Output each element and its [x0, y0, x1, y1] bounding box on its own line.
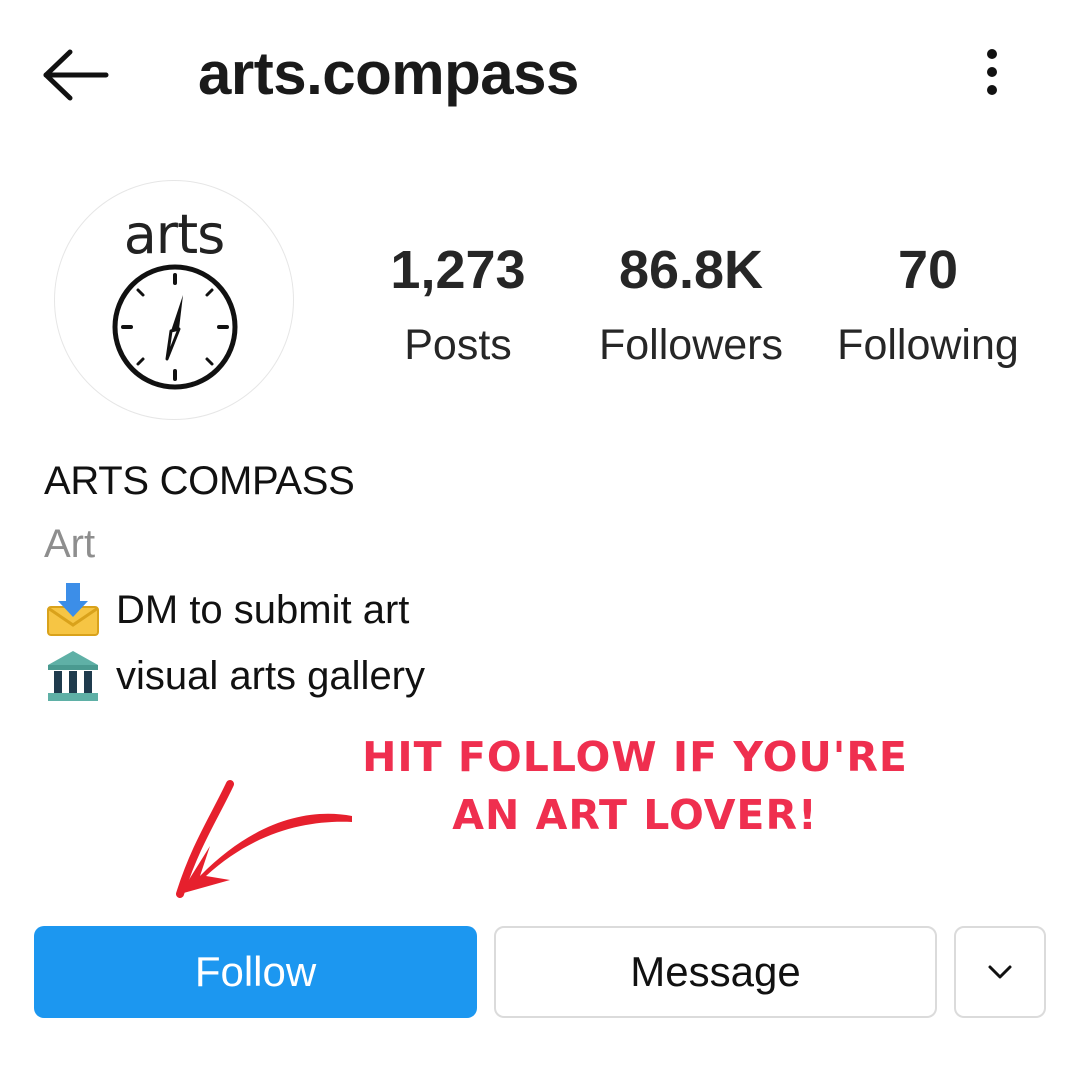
more-options-button[interactable] [972, 40, 1012, 104]
back-button[interactable] [38, 44, 114, 106]
classical-building-icon [48, 651, 98, 701]
following-label: Following [837, 321, 1019, 369]
posts-count: 1,273 [390, 240, 526, 300]
followers-label: Followers [599, 321, 783, 369]
suggested-accounts-button[interactable] [954, 926, 1046, 1018]
chevron-down-icon [988, 965, 1012, 979]
profile-username: arts.compass [198, 40, 579, 107]
category-label: Art [44, 522, 96, 566]
bio-text: DM to submit art [116, 588, 410, 632]
avatar-logo-text: arts [123, 203, 226, 266]
following-stat[interactable]: 70 Following [820, 238, 1036, 374]
promo-line-2: AN ART LOVER! [452, 791, 818, 839]
following-count: 70 [897, 240, 959, 300]
bio-line: DM to submit art [44, 580, 409, 640]
promo-callout: HIT FOLLOW IF YOU'RE AN ART LOVER! [300, 728, 970, 844]
red-arrow-icon [176, 780, 352, 898]
display-name: ARTS COMPASS [44, 459, 355, 503]
inbox-tray-icon [47, 583, 99, 636]
posts-stat[interactable]: 1,273 Posts [370, 238, 546, 374]
vertical-dots-icon [987, 49, 997, 95]
promo-line-1: HIT FOLLOW IF YOU'RE [362, 733, 908, 781]
message-button[interactable]: Message [494, 926, 937, 1018]
avatar[interactable]: arts [54, 180, 294, 420]
compass-icon [112, 264, 238, 390]
posts-label: Posts [404, 321, 512, 369]
follow-button[interactable]: Follow [34, 926, 477, 1018]
arrow-left-icon [43, 49, 109, 101]
bio-text: visual arts gallery [116, 654, 426, 698]
bio-line: visual arts gallery [44, 646, 425, 706]
followers-stat[interactable]: 86.8K Followers [585, 238, 797, 374]
followers-count: 86.8K [618, 240, 764, 300]
